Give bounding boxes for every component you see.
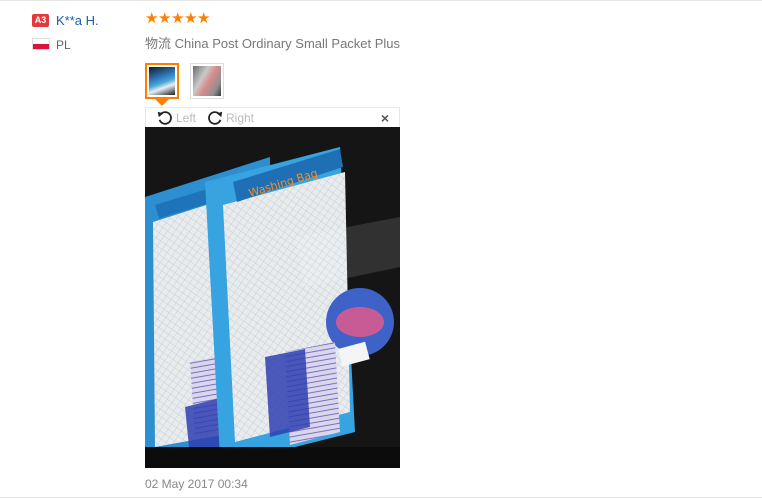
photo-viewer-toolbar: Left Right × [145, 107, 400, 127]
star-icon: ★ [184, 10, 198, 27]
poland-flag-icon [32, 38, 50, 50]
star-icon: ★ [158, 10, 172, 27]
star-icon: ★ [171, 10, 185, 27]
review-photo-thumbnail-2[interactable] [190, 63, 224, 99]
buyer-level-badge: A3 [32, 14, 49, 27]
rotate-left-button[interactable]: Left [156, 109, 196, 127]
laundry-bag-photo: Washing Bag [145, 127, 400, 468]
rotate-left-label: Left [176, 111, 197, 125]
buyer-name[interactable]: K**a H. [56, 13, 99, 28]
close-viewer-button[interactable]: × [381, 110, 389, 126]
rotate-left-icon [157, 111, 172, 125]
review-photo-thumbnail-1[interactable] [145, 63, 179, 99]
active-thumbnail-pointer [155, 99, 169, 106]
buyer-country: PL [56, 38, 71, 52]
top-divider [0, 0, 762, 1]
rotate-right-icon [208, 111, 223, 125]
review-photo-large: Washing Bag [145, 127, 400, 468]
star-rating: ★ ★ ★ ★ ★ [145, 11, 210, 26]
star-icon: ★ [145, 10, 159, 27]
shipping-method: 物流 China Post Ordinary Small Packet Plus [145, 36, 401, 51]
rotate-right-label: Right [226, 111, 255, 125]
star-icon: ★ [197, 10, 211, 27]
rotate-right-button[interactable]: Right [206, 109, 254, 127]
review-date: 02 May 2017 00:34 [145, 477, 248, 491]
